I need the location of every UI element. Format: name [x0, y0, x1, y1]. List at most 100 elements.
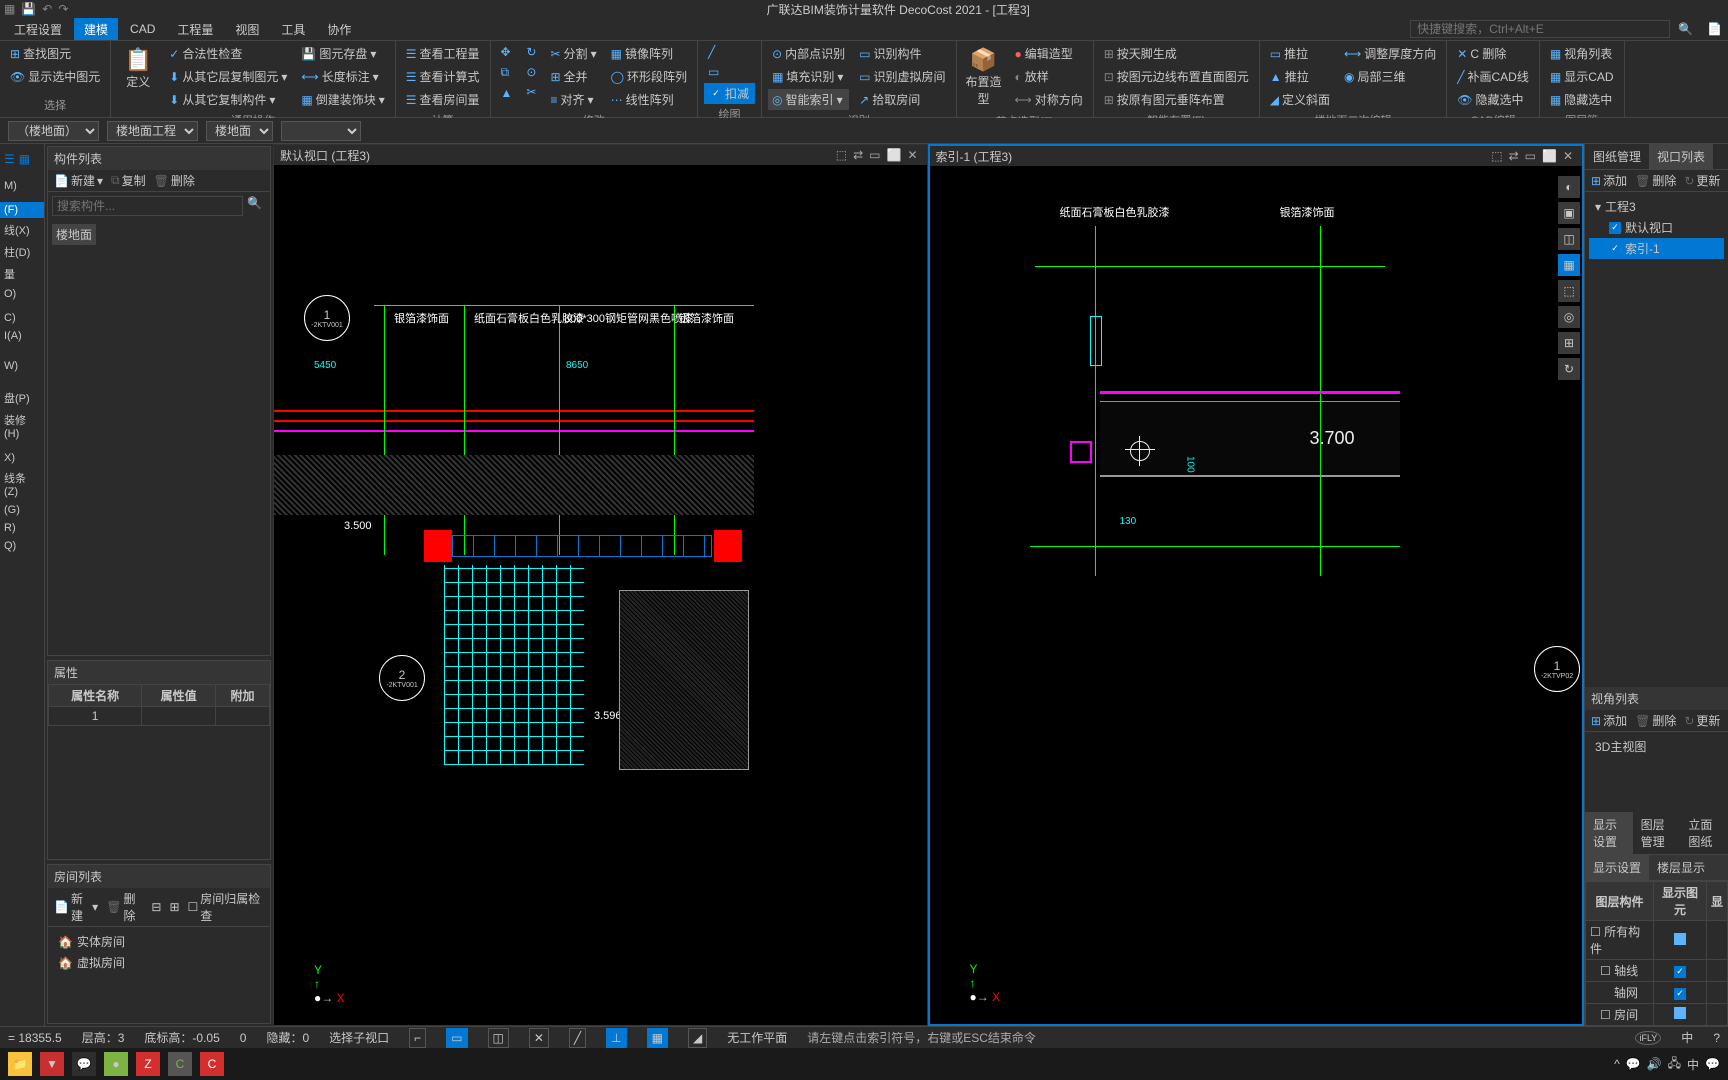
vp-close-icon[interactable]: ✕	[904, 148, 920, 162]
btn-point-identify[interactable]: ⊙内部点识别	[768, 43, 849, 64]
search-icon[interactable]: 🔍	[1672, 22, 1699, 36]
btn-va-add[interactable]: ⊞添加	[1591, 712, 1627, 729]
cat-x2[interactable]: X)	[0, 450, 44, 466]
component-search[interactable]	[52, 196, 243, 216]
shortcut-search[interactable]	[1410, 20, 1670, 38]
tray-up-icon[interactable]: ^	[1614, 1057, 1620, 1071]
layer-row-room[interactable]: ☐ 房间	[1586, 1004, 1728, 1026]
tool-cube3-icon[interactable]: ▦	[1558, 254, 1580, 276]
btn-sweep[interactable]: ◐放样	[1011, 66, 1087, 87]
btn-collapse[interactable]: ⊟	[151, 900, 161, 914]
tool-expand-icon[interactable]: ⊞	[1558, 332, 1580, 354]
tool-refresh-icon[interactable]: ↻	[1558, 358, 1580, 380]
ifly-icon[interactable]: iFLY	[1635, 1031, 1661, 1045]
btn-line[interactable]: ╱	[704, 43, 755, 61]
app-icon-z[interactable]: Z	[136, 1052, 160, 1076]
vp2-max-icon[interactable]: ⬜	[1539, 149, 1560, 163]
tool-target-icon[interactable]: ◎	[1558, 306, 1580, 328]
cat-a[interactable]: I(A)	[0, 328, 44, 344]
cat-h[interactable]: 装修(H)	[0, 410, 44, 442]
tree-index-vp[interactable]: ✓索引-1	[1589, 238, 1724, 259]
tree-default-vp[interactable]: ✓默认视口	[1589, 217, 1724, 238]
tab-display-settings[interactable]: 显示设置	[1585, 812, 1633, 854]
btn-merge[interactable]: ⊞全并	[546, 66, 600, 87]
btn-symmetry[interactable]: ⟷对称方向	[1011, 89, 1087, 110]
cat-z[interactable]: 线条(Z)	[0, 468, 44, 500]
tab-viewport-list[interactable]: 视口列表	[1649, 144, 1713, 169]
tool-cube2-icon[interactable]: ◫	[1558, 228, 1580, 250]
tab-cad[interactable]: CAD	[120, 19, 165, 39]
btn-draw-cad-line[interactable]: ╱补画CAD线	[1453, 66, 1533, 87]
app-icon-green[interactable]: ●	[104, 1052, 128, 1076]
btn-validity-check[interactable]: ✓合法性检查	[165, 43, 291, 64]
btn-offset[interactable]: ⊙	[522, 63, 540, 81]
btn-vp-update[interactable]: ↻更新	[1684, 172, 1720, 189]
btn-mirror-array[interactable]: ▦镜像阵列	[607, 43, 691, 64]
room-virtual[interactable]: 🏠虚拟房间	[52, 952, 266, 973]
btn-linear-array[interactable]: ⋯线性阵列	[607, 89, 691, 110]
sel-component[interactable]: 楼地面	[206, 121, 273, 141]
tree-root[interactable]: ▾ 工程3	[1589, 196, 1724, 217]
subtab-display[interactable]: 显示设置	[1585, 855, 1649, 880]
cat-14[interactable]	[0, 376, 44, 380]
room-solid[interactable]: 🏠实体房间	[52, 931, 266, 952]
btn-copy-from-layer[interactable]: ⬇从其它层复制图元 ▾	[165, 66, 291, 87]
cat-12[interactable]	[0, 352, 44, 356]
btn-length-dim[interactable]: ⟷长度标注 ▾	[297, 66, 388, 87]
btn-show-selected[interactable]: 👁显示选中图元	[6, 66, 104, 87]
vp2-sync-icon[interactable]: ⇄	[1506, 149, 1522, 163]
snap-grid-icon[interactable]: ▦	[647, 1028, 668, 1048]
btn-delete-room[interactable]: 🗑删除	[106, 890, 143, 924]
cat-d[interactable]: 柱(D)	[0, 242, 44, 262]
cat-r[interactable]: R)	[0, 520, 44, 536]
viewport-default[interactable]: 默认视口 (工程3) ⬚ ⇄ ▭ ⬜ ✕	[273, 144, 928, 1026]
property-row[interactable]: 1	[49, 707, 270, 726]
btn-element-save[interactable]: 💾图元存盘 ▾	[297, 43, 388, 64]
btn-split[interactable]: ✂分割 ▾	[546, 43, 600, 64]
tool-cube1-icon[interactable]: ▣	[1558, 202, 1580, 224]
tool-sphere-icon[interactable]: ◐	[1558, 176, 1580, 198]
explorer-icon[interactable]: 📁	[8, 1052, 32, 1076]
vp-sync-icon[interactable]: ⇄	[850, 148, 866, 162]
undo-icon[interactable]: ↶	[42, 2, 52, 16]
btn-view-list[interactable]: ▦视角列表	[1546, 43, 1618, 64]
vp2-restore-icon[interactable]: ▭	[1522, 149, 1539, 163]
tab-tools[interactable]: 工具	[271, 18, 315, 41]
cat-c[interactable]: C)	[0, 310, 44, 326]
cat-g[interactable]: (G)	[0, 502, 44, 518]
btn-rect[interactable]: ▭	[704, 63, 755, 81]
help-icon[interactable]: ?	[1713, 1031, 1720, 1045]
tray-net-icon[interactable]: 🖧	[1668, 1054, 1681, 1075]
btn-trim[interactable]: ✂	[522, 83, 540, 101]
vp-restore-icon[interactable]: ▭	[866, 148, 883, 162]
btn-push-pull[interactable]: ▭推拉	[1266, 43, 1334, 64]
btn-edit-shape[interactable]: ●编辑造型	[1011, 43, 1087, 64]
btn-fill-identify[interactable]: ▦填充识别 ▾	[768, 66, 849, 87]
snap-angle-icon[interactable]: ◢	[688, 1028, 707, 1048]
tool-select-icon[interactable]: ⬚	[1558, 280, 1580, 302]
tab-project-settings[interactable]: 工程设置	[4, 18, 72, 41]
btn-find-element[interactable]: ⊞查找图元	[6, 43, 104, 64]
cat-18[interactable]	[0, 444, 44, 448]
grid-icon[interactable]: ▦	[19, 152, 30, 166]
cat-item[interactable]	[0, 172, 44, 176]
snap-perp-icon[interactable]: ⊥	[606, 1028, 626, 1048]
viewport-index[interactable]: 索引-1 (工程3) ⬚ ⇄ ▭ ⬜ ✕ ◐ ▣ ◫ ▦ ⬚ ◎ ⊞ ↻	[928, 144, 1585, 1026]
sel-project[interactable]: 楼地面工程	[107, 121, 198, 141]
cat-15[interactable]	[0, 382, 44, 386]
cat-w[interactable]: W)	[0, 358, 44, 374]
btn-c-delete[interactable]: ✕C 删除	[1453, 43, 1533, 64]
tray-notify-icon[interactable]: 💬	[1705, 1057, 1720, 1071]
btn-define-slope[interactable]: ◢定义斜面	[1266, 89, 1334, 110]
tab-layer-mgmt[interactable]: 图层管理	[1633, 812, 1681, 854]
view-3d-main[interactable]: 3D主视图	[1589, 736, 1724, 757]
snap-line-icon[interactable]: ╱	[569, 1028, 586, 1048]
btn-copy-component2[interactable]: ⧉复制	[111, 172, 146, 189]
sel-layer[interactable]: （楼地面）	[8, 121, 99, 141]
btn-mirror[interactable]: ▲	[497, 84, 517, 102]
btn-create-block[interactable]: ▦倒建装饰块 ▾	[297, 89, 388, 110]
snap-endpoint-icon[interactable]: ⌐	[409, 1028, 426, 1048]
btn-local-3d[interactable]: ◉局部三维	[1340, 66, 1440, 87]
list-icon[interactable]: ☰	[4, 152, 15, 166]
layer-row-all[interactable]: ☐ 所有构件	[1586, 921, 1728, 960]
